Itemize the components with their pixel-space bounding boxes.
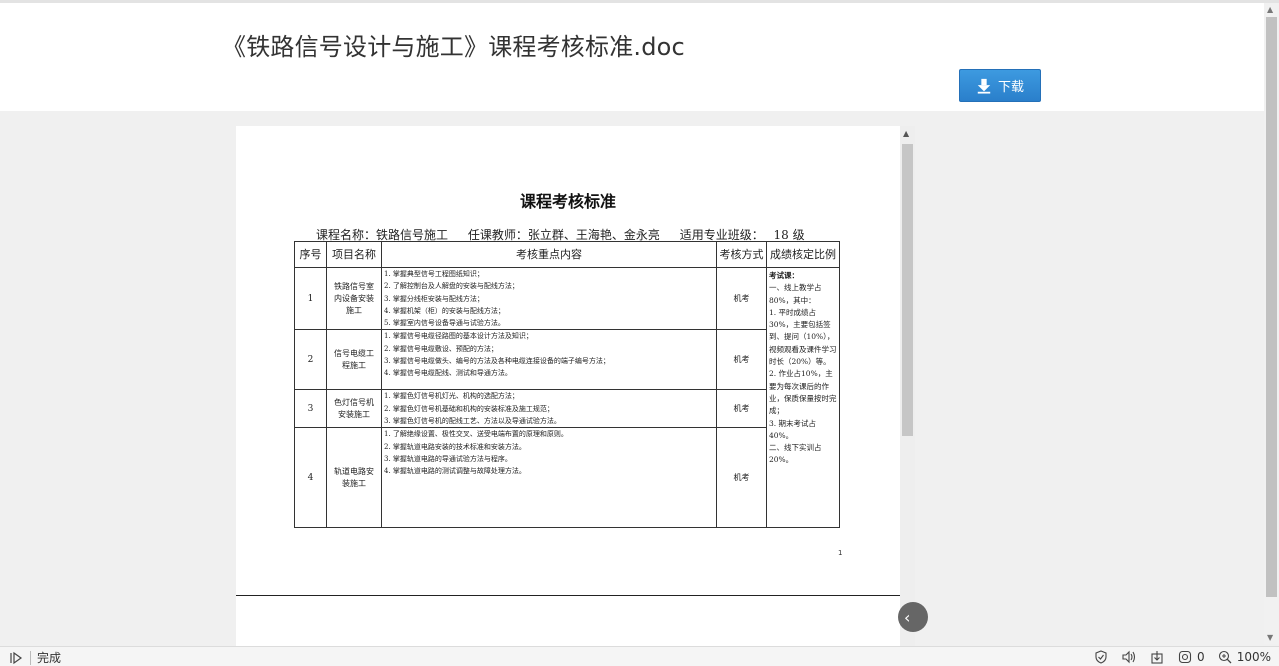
zoom-level: 100% [1236,650,1271,664]
tracker-block-icon [1177,649,1193,665]
download-label: 下载 [997,80,1024,95]
row-no: 1 [294,266,327,331]
row-name: 轨道电路安装施工 [326,427,382,529]
row-no: 3 [294,389,327,429]
viewer-scrollbar-thumb[interactable] [902,144,913,436]
course-grade: 18 级 [773,228,805,242]
page-header: 《铁路信号设计与施工》课程考核标准.doc 下载 [0,3,1264,111]
zoom-control[interactable]: 100% [1217,649,1271,665]
content-line: 5. 掌握室内信号设备导通与试验方法。 [384,319,505,328]
privacy-indicator[interactable]: 0 [1177,649,1205,665]
header-method: 考核方式 [716,241,767,268]
content-line: 1. 掌握信号电缆径路图的基本设计方法及知识； [384,332,533,341]
row-content: 1. 掌握典型信号工程图纸知识； 2. 了解控制台及人解盘的安装与配线方法； 3… [381,266,717,331]
status-bar: 完成 0 100% [0,646,1279,666]
table-row: 3 色灯信号机安装施工 1. 掌握色灯信号机灯光、机构的选配方法； 2. 掌握色… [294,389,840,429]
course-name: 课程名称：铁路信号施工 [316,228,449,242]
header-ratio: 成绩核定比例 [766,241,840,268]
status-text: 完成 [37,651,62,665]
status-right: 0 100% [1093,649,1271,665]
document-heading: 课程考核标准 [519,192,616,211]
page-number: 1 [838,549,843,557]
table-row: 1 铁路信号室内设备安装施工 1. 掌握典型信号工程图纸知识； 2. 了解控制台… [294,266,840,529]
row-content: 1. 了解绝缘设置、极性交叉、送受电端布置的原理和原则。 2. 掌握轨道电路安装… [381,427,717,529]
page-scrollbar[interactable]: ▲ ▼ [1264,3,1279,644]
content-line: 3. 掌握分线柜安装与配线方法； [384,294,484,303]
chevron-left-icon: ‹ [904,607,911,627]
course-class-label: 适用专业班级： [679,228,764,242]
collapse-panel-button[interactable]: ‹ [898,602,928,632]
download-icon [976,78,992,94]
content-line: 1. 掌握典型信号工程图纸知识； [384,270,484,278]
page-break-line [236,595,900,596]
content-line: 3. 掌握轨道电路的导通试验方法与程序。 [384,454,512,463]
assessment-table: 序号 项目名称 考核重点内容 考核方式 成绩核定比例 1 铁路信号室内设备安装施… [294,241,840,529]
content-line: 2. 掌握信号电缆敷设、预配的方法； [384,344,498,353]
page-nav-icon[interactable] [8,650,24,666]
row-method: 机考 [716,266,767,331]
document-title: 《铁路信号设计与施工》课程考核标准.doc [222,33,685,61]
row-no: 2 [294,329,327,391]
header-no: 序号 [294,241,327,268]
row-name: 铁路信号室内设备安装施工 [326,266,382,331]
viewer-scrollbar[interactable]: ▲ [900,126,915,646]
ratio-line: 3. 期末考试占40%。 [769,418,817,440]
ratio-line: 1. 平时成绩占30%，主要包括签到、提问（10%），视频观看及课件学习时长（2… [769,307,837,367]
content-line: 4. 掌握信号电缆配线、测试和导通方法。 [384,369,512,378]
page-scrollbar-thumb[interactable] [1266,17,1277,597]
ratio-title: 考试课： [769,271,799,280]
header-name: 项目名称 [326,241,382,268]
speaker-icon[interactable] [1121,649,1137,665]
table-header-row: 序号 项目名称 考核重点内容 考核方式 成绩核定比例 [294,241,840,268]
privacy-count: 0 [1197,650,1205,664]
row-content: 1. 掌握信号电缆径路图的基本设计方法及知识； 2. 掌握信号电缆敷设、预配的方… [381,329,717,391]
row-name: 色灯信号机安装施工 [326,389,382,429]
status-separator [30,650,31,665]
content-line: 2. 掌握轨道电路安装的技术标准和安装方法。 [384,442,526,451]
download-manager-icon[interactable] [1149,649,1165,665]
content-line: 3. 掌握信号电缆做头、编号的方法及各种电缆连接设备的端子编号方法； [384,357,610,366]
row-method: 机考 [716,389,767,429]
scroll-up-arrow-icon[interactable]: ▲ [1267,5,1273,14]
table-row: 4 轨道电路安装施工 1. 了解绝缘设置、极性交叉、送受电端布置的原理和原则。 … [294,427,840,529]
shield-icon[interactable] [1093,649,1109,665]
row-method: 机考 [716,427,767,529]
content-line: 3. 掌握色灯信号机的配线工艺、方法以及导通试验方法。 [384,417,561,426]
header-content: 考核重点内容 [381,241,717,268]
content-line: 1. 掌握色灯信号机灯光、机构的选配方法； [384,392,519,401]
status-left: 完成 [8,649,61,666]
ratio-line: 一、线上教学占80%，其中： [769,283,822,305]
table-row: 2 信号电缆工程施工 1. 掌握信号电缆径路图的基本设计方法及知识； 2. 掌握… [294,329,840,391]
row-no: 4 [294,427,327,529]
content-line: 4. 掌握机架（柜）的安装与配线方法； [384,306,505,315]
ratio-line: 二、线下实训占20%。 [769,443,822,465]
download-button[interactable]: 下载 [959,69,1041,102]
scroll-down-arrow-icon[interactable]: ▼ [1267,633,1273,642]
course-teachers: 任课教师：张立群、王海艳、金永亮 [467,228,660,242]
ratio-cell: 考试课： 一、线上教学占80%，其中： 1. 平时成绩占30%，主要包括签到、提… [766,266,840,529]
ratio-line: 2. 作业占10%，主要为每次课后的作业，保质保量按时完成； [769,369,837,416]
row-name: 信号电缆工程施工 [326,329,382,391]
zoom-icon [1217,649,1233,665]
content-line: 4. 掌握轨道电路的测试调整与故障处理方法。 [384,467,526,476]
document-viewer: 课程考核标准 课程名称：铁路信号施工 任课教师：张立群、王海艳、金永亮 适用专业… [236,126,900,646]
row-content: 1. 掌握色灯信号机灯光、机构的选配方法； 2. 掌握色灯信号机基础和机构的安装… [381,389,717,429]
content-line: 1. 了解绝缘设置、极性交叉、送受电端布置的原理和原则。 [384,430,568,439]
content-line: 2. 了解控制台及人解盘的安装与配线方法； [384,282,519,291]
viewer-scroll-up-icon[interactable]: ▲ [903,129,909,138]
content-line: 2. 掌握色灯信号机基础和机构的安装标准及施工规范； [384,404,554,413]
row-method: 机考 [716,329,767,391]
